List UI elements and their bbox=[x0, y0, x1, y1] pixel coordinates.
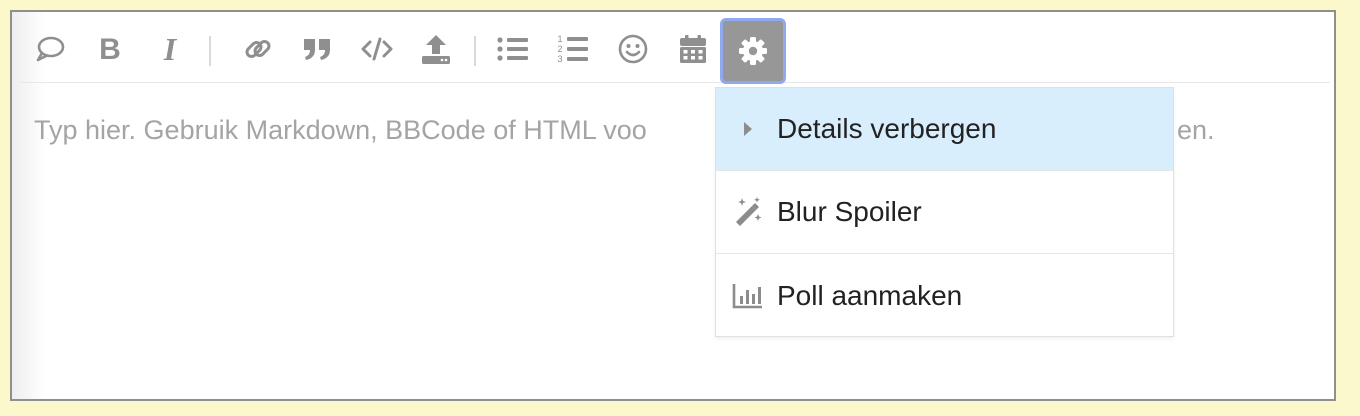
menu-item-poll-aanmaken[interactable]: Poll aanmaken bbox=[716, 254, 1173, 337]
speech-bubble-icon bbox=[34, 33, 66, 65]
magic-wand-icon bbox=[732, 196, 764, 228]
italic-icon: I bbox=[155, 34, 185, 64]
gear-icon bbox=[737, 35, 769, 67]
options-button[interactable] bbox=[723, 21, 783, 81]
bullet-list-button[interactable] bbox=[483, 19, 543, 79]
editor-placeholder-tail: en. bbox=[1177, 115, 1215, 146]
bar-chart-icon bbox=[732, 280, 764, 312]
calendar-icon bbox=[677, 33, 709, 65]
smiley-icon bbox=[617, 33, 649, 65]
toolbar-separator bbox=[474, 36, 476, 66]
editor-placeholder-left: Typ hier. Gebruik Markdown, BBCode of HT… bbox=[34, 115, 647, 145]
quote-reply-button[interactable] bbox=[20, 19, 80, 79]
blockquote-button[interactable] bbox=[287, 19, 347, 79]
bullet-list-icon bbox=[496, 34, 530, 64]
upload-button[interactable] bbox=[406, 19, 466, 79]
bold-icon: B bbox=[95, 34, 125, 64]
options-dropdown-menu: Details verbergen Blur Spoiler Poll aanm… bbox=[715, 87, 1174, 337]
caret-right-icon bbox=[732, 113, 764, 145]
quote-marks-icon bbox=[301, 33, 333, 65]
menu-item-label: Poll aanmaken bbox=[777, 279, 963, 311]
menu-item-details-verbergen[interactable]: Details verbergen bbox=[716, 88, 1173, 171]
menu-item-blur-spoiler[interactable]: Blur Spoiler bbox=[716, 171, 1173, 254]
upload-icon bbox=[419, 32, 453, 66]
menu-item-label: Blur Spoiler bbox=[777, 196, 922, 227]
link-button[interactable] bbox=[228, 19, 288, 79]
emoji-button[interactable] bbox=[603, 19, 663, 79]
svg-text:I: I bbox=[163, 34, 178, 64]
insert-date-button[interactable] bbox=[663, 19, 723, 79]
svg-text:1: 1 bbox=[557, 34, 562, 44]
italic-button[interactable]: I bbox=[140, 19, 200, 79]
svg-text:3: 3 bbox=[557, 54, 562, 64]
editor-placeholder-right: en. bbox=[1177, 115, 1215, 145]
svg-text:B: B bbox=[99, 34, 121, 64]
menu-item-label: Details verbergen bbox=[777, 113, 997, 144]
editor-placeholder: Typ hier. Gebruik Markdown, BBCode of HT… bbox=[34, 115, 647, 146]
code-button[interactable] bbox=[347, 19, 407, 79]
toolbar-separator bbox=[209, 36, 211, 66]
svg-text:2: 2 bbox=[557, 44, 562, 54]
numbered-list-icon: 1 2 3 bbox=[556, 33, 590, 65]
bold-button[interactable]: B bbox=[80, 19, 140, 79]
composer-toolbar: B I 1 2 3 bbox=[20, 12, 1330, 83]
numbered-list-button[interactable]: 1 2 3 bbox=[543, 19, 603, 79]
code-icon bbox=[360, 34, 394, 64]
link-icon bbox=[242, 33, 274, 65]
composer-editor[interactable]: B I 1 2 3 Typ hier. Gebruik Markdown, BB… bbox=[10, 10, 1336, 401]
